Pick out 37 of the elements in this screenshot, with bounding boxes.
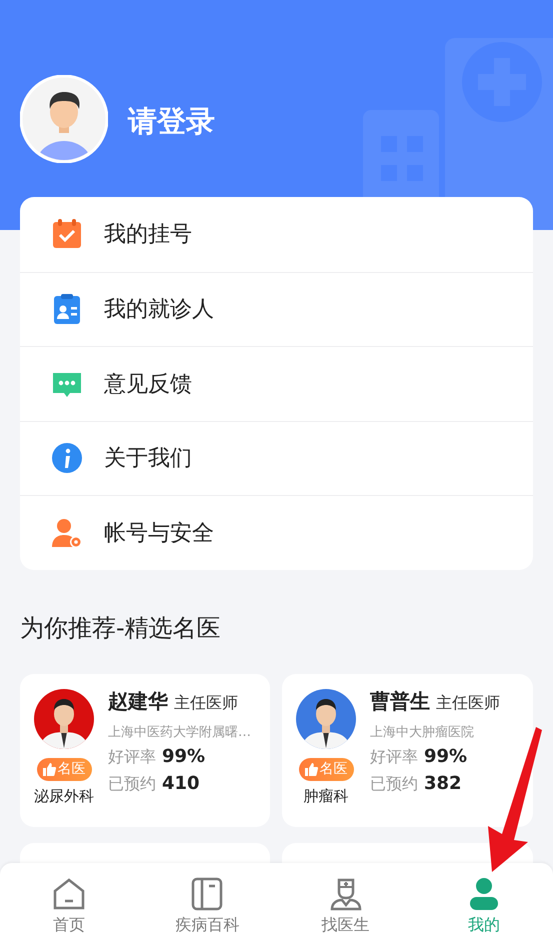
doctor-title: 主任医师 bbox=[436, 692, 500, 714]
stat-value: 382 bbox=[424, 772, 462, 794]
tab[interactable]: 找医生 bbox=[276, 863, 415, 950]
menu-item[interactable]: 我的就诊人 bbox=[104, 294, 214, 324]
famous-doctor-badge: 名医 bbox=[298, 758, 354, 780]
doctor-name: 曹普生 bbox=[370, 688, 430, 714]
thumbs-up-icon bbox=[304, 762, 318, 776]
section-title: 为你推荐-精选名医 bbox=[20, 612, 222, 644]
stat-value: 99% bbox=[424, 746, 468, 766]
stat-value: 99% bbox=[162, 746, 206, 766]
thumbs-up-icon bbox=[42, 762, 56, 776]
info-icon bbox=[50, 441, 84, 476]
login-prompt[interactable]: 请登录 bbox=[128, 102, 215, 142]
home-icon bbox=[52, 877, 86, 911]
hospital-name: 上海中大肿瘤医院 bbox=[370, 724, 475, 740]
doctor-card[interactable]: 名医 肿瘤科 曹普生 主任医师 上海中大肿瘤医院 好评率 99% 已预约 382 bbox=[282, 674, 533, 826]
stat-label: 已预约 bbox=[108, 774, 156, 794]
stat-value: 410 bbox=[162, 772, 200, 794]
doctor-icon bbox=[328, 877, 363, 911]
book-icon bbox=[190, 877, 224, 911]
stat-label: 好评率 bbox=[370, 746, 418, 768]
department: 泌尿外科 bbox=[34, 786, 94, 806]
stat-label: 好评率 bbox=[108, 746, 156, 768]
doctor-card[interactable]: 名医 泌尿外科 赵建华 主任医师 上海中医药大学附属曙… 好评率 99% 已预约 410 bbox=[20, 674, 270, 826]
department: 肿瘤科 bbox=[304, 786, 348, 806]
famous-doctor-badge: 名医 bbox=[36, 758, 92, 780]
menu-item[interactable]: 关于我们 bbox=[104, 443, 192, 474]
tab[interactable]: 疾病百科 bbox=[138, 863, 276, 950]
avatar-icon[interactable] bbox=[20, 75, 108, 163]
menu-item[interactable]: 我的挂号 bbox=[104, 219, 192, 250]
doctor-title: 主任医师 bbox=[174, 692, 238, 714]
menu-item[interactable]: 意见反馈 bbox=[104, 368, 192, 399]
hospital-name: 上海中医药大学附属曙… bbox=[108, 724, 251, 740]
stat-label: 已预约 bbox=[370, 774, 418, 794]
tab[interactable]: 首页 bbox=[0, 863, 138, 950]
doctor-name: 赵建华 bbox=[108, 688, 168, 714]
menu-item[interactable]: 帐号与安全 bbox=[104, 518, 214, 548]
